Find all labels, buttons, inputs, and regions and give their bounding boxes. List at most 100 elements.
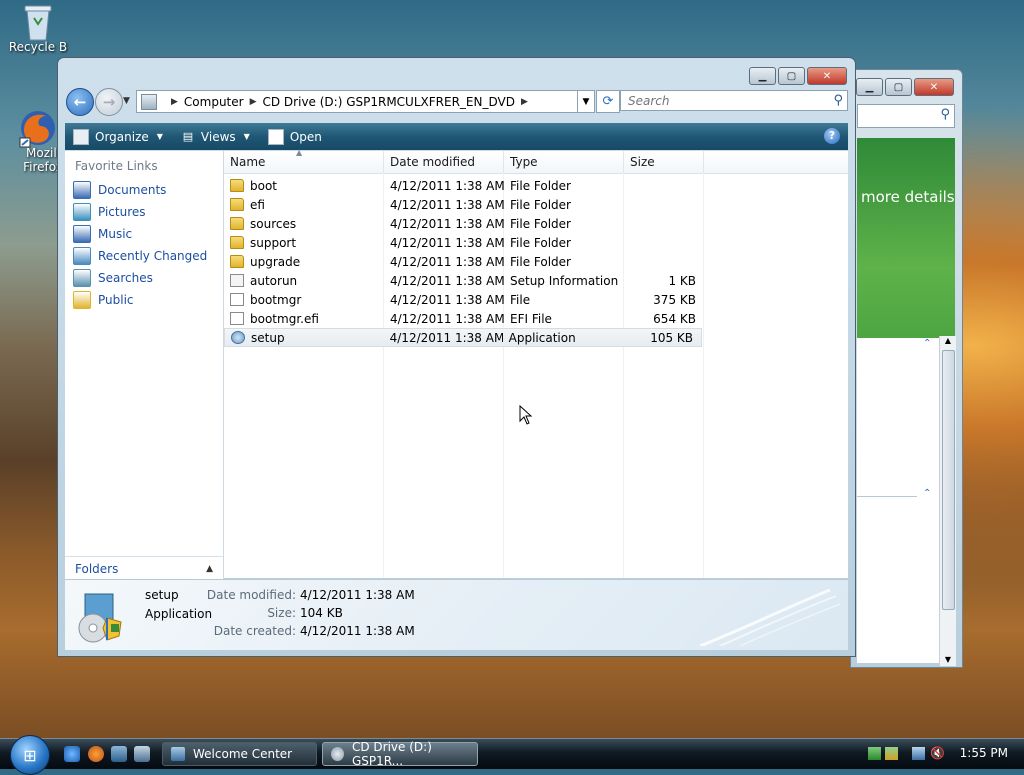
column-header-size[interactable]: Size xyxy=(624,151,704,173)
file-name-cell: bootmgr.efi xyxy=(224,312,384,326)
welcome-center-window[interactable]: ▁ ▢ ✕ ⚲ more details me ⌃ ⌃ ▲ ▼ xyxy=(850,69,963,668)
file-date-cell: 4/12/2011 1:38 AM xyxy=(390,216,504,231)
views-button[interactable]: ▤ Views ▼ xyxy=(181,130,250,144)
file-row[interactable]: setup 4/12/2011 1:38 AM Application 105 KB xyxy=(224,328,702,347)
address-dropdown-icon[interactable]: ▼ xyxy=(578,90,595,113)
sidebar-item-searches[interactable]: Searches xyxy=(65,267,223,289)
file-row[interactable]: autorun 4/12/2011 1:38 AM Setup Informatio… xyxy=(224,271,848,290)
chevron-right-icon[interactable]: ▶ xyxy=(171,97,178,107)
file-row[interactable]: boot 4/12/2011 1:38 AM File Folder xyxy=(224,176,848,195)
column-header-date-modified[interactable]: Date modified xyxy=(384,151,504,173)
taskbar-button-welcome-center[interactable]: Welcome Center xyxy=(162,742,317,766)
file-type-cell: File Folder xyxy=(510,235,571,250)
refresh-button[interactable]: ⟳ xyxy=(596,90,620,113)
minimize-button[interactable]: ▁ xyxy=(749,67,776,85)
sidebar-item-recently-changed[interactable]: Recently Changed xyxy=(65,245,223,267)
help-icon[interactable]: ? xyxy=(824,128,840,144)
file-name: bootmgr.efi xyxy=(250,311,319,326)
chevron-down-icon: ▼ xyxy=(156,132,163,141)
search-box[interactable]: ⚲ xyxy=(620,90,848,111)
switch-windows-icon[interactable] xyxy=(134,746,150,762)
chevron-right-icon[interactable]: ▶ xyxy=(521,97,528,107)
minimize-button[interactable]: ▁ xyxy=(856,78,883,96)
address-bar[interactable]: ▶ Computer ▶ CD Drive (D:) GSP1RMCULXFRE… xyxy=(136,90,578,113)
details-label: Date modified: xyxy=(206,588,296,602)
favorite-links-list: Documents Pictures Music Recently Changed Se… xyxy=(65,179,223,311)
file-row[interactable]: bootmgr 4/12/2011 1:38 AM File 375 KB xyxy=(224,290,848,309)
firefox-icon[interactable] xyxy=(88,746,104,762)
file-date-cell: 4/12/2011 1:38 AM xyxy=(390,178,504,193)
collapse-icon[interactable]: ⌃ xyxy=(923,488,931,499)
open-button[interactable]: Open xyxy=(267,128,322,145)
details-label: Date created: xyxy=(213,624,296,638)
banner-more-details[interactable]: more details xyxy=(861,188,955,206)
views-label: Views xyxy=(200,129,236,144)
back-arrow-icon: ← xyxy=(73,93,87,111)
file-row[interactable]: bootmgr.efi 4/12/2011 1:38 AM EFI File 654 … xyxy=(224,309,848,328)
details-label: Size: xyxy=(267,606,296,620)
column-header-name[interactable]: ▲ Name xyxy=(224,148,384,173)
explorer-window[interactable]: ▁ ▢ ✕ ← → ▼ ▶ Computer ▶ CD Drive (D:) G… xyxy=(57,57,856,657)
system-tray: 🔇 1:55 PM xyxy=(858,739,1024,769)
breadcrumb-cd-drive[interactable]: CD Drive (D:) GSP1RMCULXFRER_EN_DVD xyxy=(263,95,515,109)
sidebar-item-public[interactable]: Public xyxy=(65,289,223,311)
details-value: 104 KB xyxy=(300,606,343,620)
command-toolbar: Organize ▼ ▤ Views ▼ Open ? xyxy=(65,123,848,150)
file-type-cell: Setup Information xyxy=(510,273,619,288)
organize-button[interactable]: Organize ▼ xyxy=(73,128,163,145)
file-name: efi xyxy=(250,197,265,212)
forward-button[interactable]: → xyxy=(95,88,123,116)
sidebar-item-music[interactable]: Music xyxy=(65,223,223,245)
favorite-links-header: Favorite Links xyxy=(75,159,158,173)
clock[interactable]: 1:55 PM xyxy=(960,746,1008,760)
scroll-down-arrow-icon[interactable]: ▼ xyxy=(940,655,956,664)
column-header-label: Name xyxy=(230,155,266,169)
file-row[interactable]: support 4/12/2011 1:38 AM File Folder xyxy=(224,233,848,252)
file-row[interactable]: efi 4/12/2011 1:38 AM File Folder xyxy=(224,195,848,214)
security-shield-icon[interactable] xyxy=(885,747,898,760)
sidebar-item-pictures[interactable]: Pictures xyxy=(65,201,223,223)
network-icon[interactable] xyxy=(912,747,925,760)
show-desktop-icon[interactable] xyxy=(111,746,127,762)
search-input[interactable] xyxy=(626,92,830,109)
back-button[interactable]: ← xyxy=(66,88,94,116)
navigation-pane: Favorite Links Documents Pictures Music Rec… xyxy=(65,151,224,581)
vertical-scrollbar[interactable]: ▲ ▼ xyxy=(939,336,956,666)
recent-pages-dropdown-icon[interactable]: ▼ xyxy=(123,96,130,106)
file-type-cell: File xyxy=(510,292,531,307)
scroll-thumb[interactable] xyxy=(942,350,955,610)
file-size-cell: 105 KB xyxy=(650,330,694,345)
file-size-cell: 1 KB xyxy=(668,273,696,288)
taskbar-button-cd-drive[interactable]: CD Drive (D:) GSP1R... xyxy=(322,740,478,768)
file-icon xyxy=(230,293,244,306)
collapse-icon[interactable]: ⌃ xyxy=(923,338,931,349)
start-button[interactable]: ⊞ xyxy=(10,735,50,775)
search-icon[interactable]: ⚲ xyxy=(833,93,843,108)
volume-muted-icon[interactable]: 🔇 xyxy=(930,747,945,760)
details-pane: setup Application Date modified: 4/12/201… xyxy=(65,579,848,650)
folders-toggle[interactable]: Folders ▲ xyxy=(65,556,223,580)
column-header-label: Type xyxy=(510,155,538,169)
chevron-right-icon[interactable]: ▶ xyxy=(250,97,257,107)
column-header-type[interactable]: Type xyxy=(504,151,624,173)
chevron-down-icon: ▼ xyxy=(243,132,250,141)
inf-icon xyxy=(230,274,244,287)
search-icon: ⚲ xyxy=(940,107,950,122)
sidebar-item-documents[interactable]: Documents xyxy=(65,179,223,201)
breadcrumb-computer[interactable]: Computer xyxy=(184,95,244,109)
recycle-bin-icon xyxy=(20,2,56,41)
desktop-icon-recycle-bin[interactable]: Recycle B xyxy=(6,2,70,54)
file-row[interactable]: upgrade 4/12/2011 1:38 AM File Folder xyxy=(224,252,848,271)
details-value: 4/12/2011 1:38 AM xyxy=(300,624,415,638)
maximize-button[interactable]: ▢ xyxy=(885,78,912,96)
close-button[interactable]: ✕ xyxy=(807,67,847,85)
file-type-cell: Application xyxy=(508,330,576,345)
maximize-button[interactable]: ▢ xyxy=(778,67,805,85)
scroll-up-arrow-icon[interactable]: ▲ xyxy=(940,336,956,345)
close-button[interactable]: ✕ xyxy=(914,78,954,96)
ie-icon[interactable] xyxy=(64,746,80,762)
update-icon[interactable] xyxy=(868,747,881,760)
search-input[interactable]: ⚲ xyxy=(857,104,955,128)
file-date-cell: 4/12/2011 1:38 AM xyxy=(390,197,504,212)
file-row[interactable]: sources 4/12/2011 1:38 AM File Folder xyxy=(224,214,848,233)
